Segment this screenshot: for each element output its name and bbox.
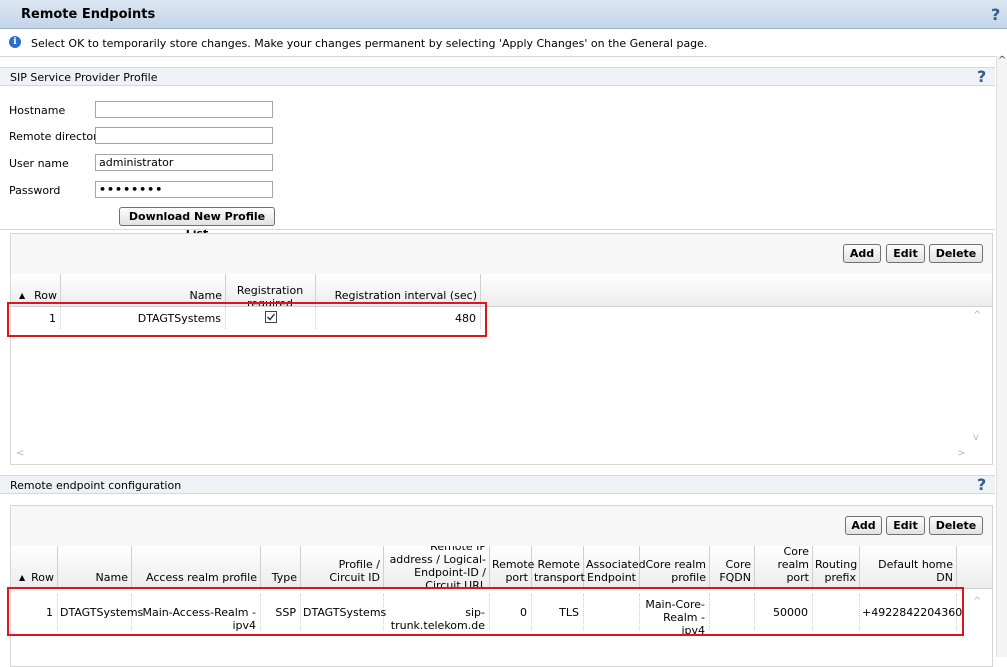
ssp-edit-button[interactable]: Edit xyxy=(886,244,925,263)
col-row[interactable]: ▲ Row xyxy=(11,546,58,588)
ssp-delete-button[interactable]: Delete xyxy=(929,244,983,263)
col-label: Access realm profile xyxy=(146,571,257,584)
ssp-section-title: SIP Service Provider Profile xyxy=(10,71,158,84)
col-label: Remote IP address / Logical-Endpoint-ID … xyxy=(389,546,486,589)
rec-toolbar: Add Edit Delete xyxy=(11,506,992,547)
col-label: Routing prefix xyxy=(815,558,858,584)
col-name[interactable]: Name xyxy=(58,546,132,588)
scroll-up-arrow-icon[interactable]: ^ xyxy=(998,55,1006,66)
col-name-label: Name xyxy=(189,289,222,302)
username-input[interactable]: administrator xyxy=(95,154,273,171)
col-label: Type xyxy=(271,571,297,584)
col-access-realm[interactable]: Access realm profile xyxy=(132,546,261,588)
password-input[interactable]: •••••••• xyxy=(95,181,273,198)
rec-help-icon[interactable]: ? xyxy=(977,475,986,494)
remote-directory-label: Remote directory xyxy=(9,130,105,143)
info-bar: i Select OK to temporarily store changes… xyxy=(0,29,1007,57)
col-profile-circuit[interactable]: Profile / Circuit ID xyxy=(301,546,384,588)
col-label: Name xyxy=(95,571,128,584)
hostname-input[interactable] xyxy=(95,101,273,118)
rec-edit-button[interactable]: Edit xyxy=(886,516,925,535)
help-icon[interactable]: ? xyxy=(991,5,1000,24)
scroll-up-icon[interactable]: ^ xyxy=(973,596,981,607)
rec-table-header: ▲ Row Name Access realm profile Type Pro… xyxy=(11,546,992,589)
ssp-toolbar: Add Edit Delete xyxy=(11,234,992,275)
col-remote-transport[interactable]: Remote transport xyxy=(532,546,585,588)
col-registration-interval-label: Registration interval (sec) xyxy=(334,289,477,302)
ssp-section-header: SIP Service Provider Profile ? xyxy=(0,67,995,86)
highlight-box xyxy=(7,302,487,337)
col-associated-endpoint[interactable]: Associated Endpoint xyxy=(584,546,646,588)
rec-delete-button[interactable]: Delete xyxy=(929,516,983,535)
col-label: Default home DN xyxy=(878,558,953,584)
scroll-up-icon[interactable]: ^ xyxy=(973,310,981,321)
page-title: Remote Endpoints xyxy=(21,7,156,22)
col-remote-port[interactable]: Remote port xyxy=(490,546,535,588)
rec-table-panel: Add Edit Delete ▲ Row Name Access realm … xyxy=(10,505,993,667)
col-label: Profile / Circuit ID xyxy=(329,558,380,584)
scroll-down-icon[interactable]: v xyxy=(973,432,979,443)
info-icon: i xyxy=(9,36,21,48)
col-label: Remote transport xyxy=(534,558,585,584)
col-default-home-dn[interactable]: Default home DN xyxy=(860,546,957,588)
rec-section-header: Remote endpoint configuration ? xyxy=(0,475,995,494)
rec-add-button[interactable]: Add xyxy=(845,516,882,535)
highlight-box xyxy=(7,587,964,636)
password-label: Password xyxy=(9,184,61,197)
col-core-realm-port[interactable]: Core realm port xyxy=(755,546,813,588)
page-title-bar: Remote Endpoints ? xyxy=(0,0,1007,29)
download-profile-list-button[interactable]: Download New Profile List xyxy=(119,207,275,240)
col-label: Associated Endpoint xyxy=(586,558,646,584)
ssp-table-panel: Add Edit Delete ▲ Row Name Registration … xyxy=(10,233,993,465)
remote-directory-input[interactable] xyxy=(95,127,273,144)
ssp-help-icon[interactable]: ? xyxy=(977,67,986,86)
col-row-label: Row xyxy=(31,571,54,584)
ssp-add-button[interactable]: Add xyxy=(843,244,881,263)
col-core-fqdn[interactable]: Core FQDN xyxy=(710,546,755,588)
col-label: Core realm port xyxy=(777,546,809,584)
col-remote-ip[interactable]: Remote IP address / Logical-Endpoint-ID … xyxy=(384,546,490,588)
page-scrollbar[interactable]: ^ xyxy=(996,55,1007,657)
col-type[interactable]: Type xyxy=(261,546,301,588)
hostname-label: Hostname xyxy=(9,104,66,117)
col-routing-prefix[interactable]: Routing prefix xyxy=(813,546,860,588)
rec-section-title: Remote endpoint configuration xyxy=(10,479,182,492)
scroll-right-icon[interactable]: > xyxy=(957,448,965,459)
info-message: Select OK to temporarily store changes. … xyxy=(31,37,708,50)
col-label: Core FQDN xyxy=(719,558,751,584)
col-row-label: Row xyxy=(34,289,57,302)
col-label: Core realm profile xyxy=(645,558,706,584)
username-label: User name xyxy=(9,157,69,170)
col-label: Remote port xyxy=(492,558,535,584)
scroll-left-icon[interactable]: < xyxy=(16,448,24,459)
col-core-realm-profile[interactable]: Core realm profile xyxy=(640,546,710,588)
divider xyxy=(0,229,995,230)
